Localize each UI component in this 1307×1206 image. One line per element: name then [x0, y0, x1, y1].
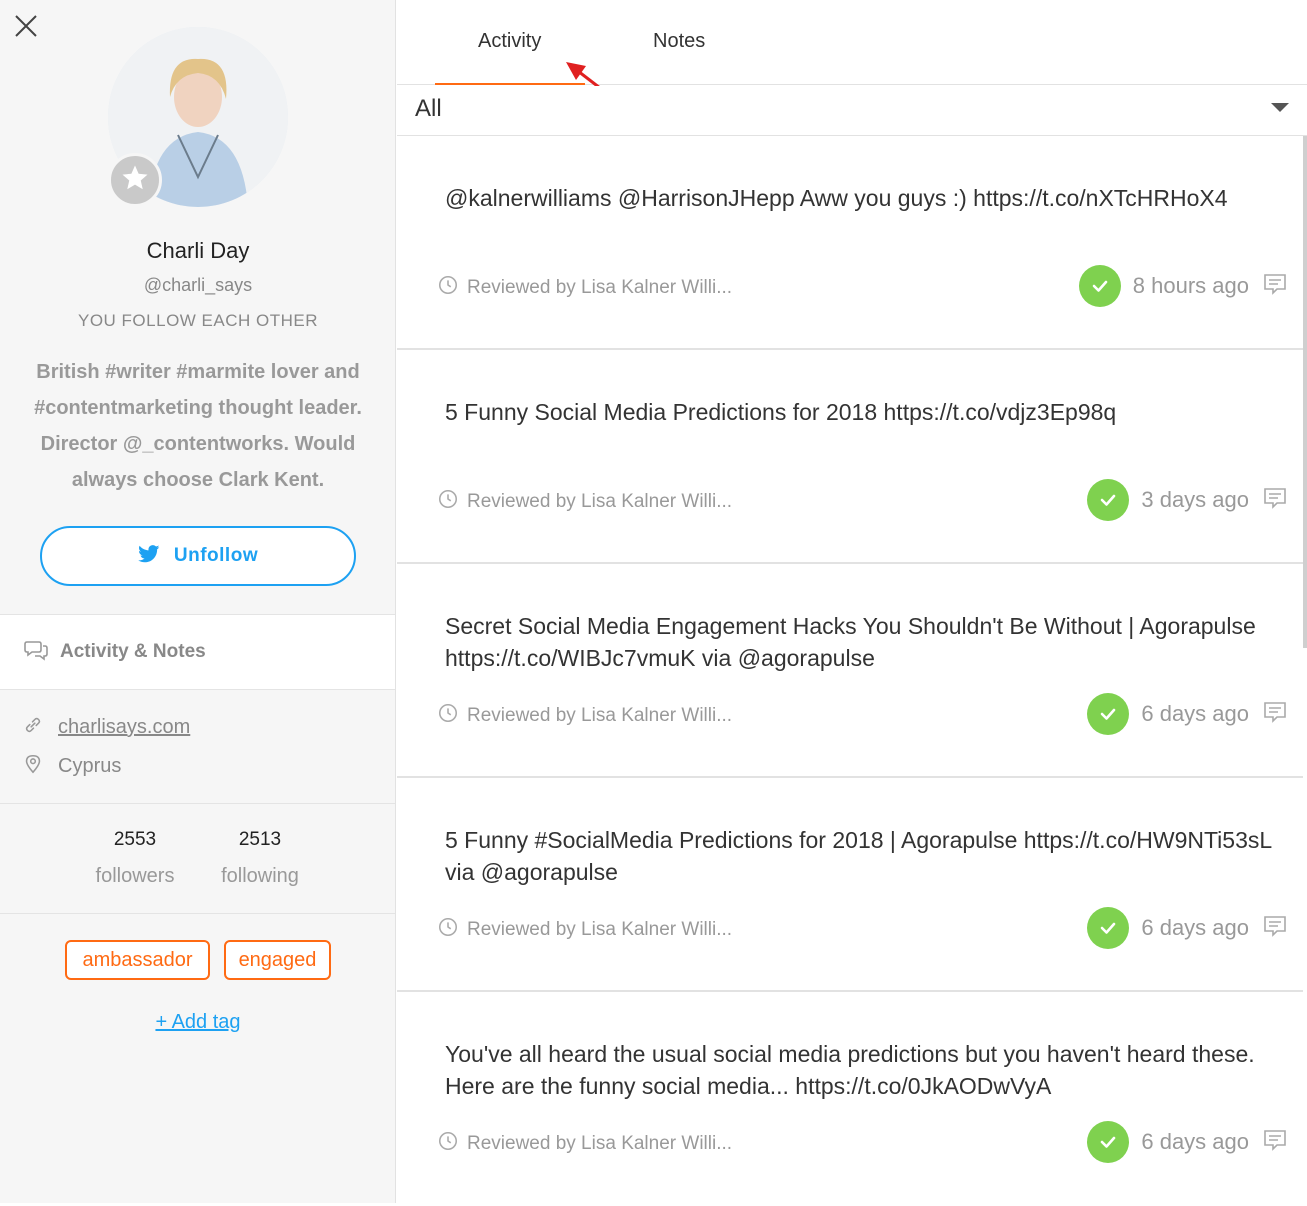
clock-icon	[437, 488, 459, 515]
note-icon[interactable]	[1263, 486, 1287, 515]
add-tag-link[interactable]: + Add tag	[0, 1011, 396, 1034]
followers-count: 2553	[113, 829, 157, 850]
activity-feed: @kalnerwilliams @HarrisonJHepp Aww you g…	[397, 136, 1307, 1206]
location-pin-icon	[22, 753, 44, 780]
unfollow-button[interactable]: Unfollow	[40, 526, 356, 586]
twitter-icon	[138, 544, 160, 568]
checkmark-icon[interactable]	[1087, 479, 1130, 521]
clock-icon	[437, 274, 459, 301]
following-stat[interactable]: 2513 following	[200, 829, 320, 888]
activity-text: Secret Social Media Engagement Hacks You…	[445, 613, 1256, 671]
tag-ambassador[interactable]: ambassador	[65, 940, 210, 980]
clock-icon	[437, 1130, 459, 1157]
clock-icon	[437, 916, 459, 943]
tab-activity[interactable]: Activity	[478, 30, 541, 53]
activity-card[interactable]: Secret Social Media Engagement Hacks You…	[397, 564, 1303, 778]
reviewed-by: Reviewed by Lisa Kalner Willi...	[437, 274, 732, 301]
location-row: Cyprus	[22, 753, 121, 780]
checkmark-icon[interactable]	[1078, 265, 1121, 307]
activity-card[interactable]: 5 Funny Social Media Predictions for 201…	[397, 350, 1303, 564]
checkmark-icon[interactable]	[1087, 1121, 1130, 1163]
note-icon[interactable]	[1263, 272, 1287, 301]
activity-notes-link[interactable]: Activity & Notes	[0, 615, 395, 689]
activity-meta: 6 days ago	[1087, 1121, 1287, 1163]
activity-text: @kalnerwilliams @HarrisonJHepp Aww you g…	[445, 185, 1228, 211]
activity-text: 5 Funny #SocialMedia Predictions for 201…	[445, 827, 1272, 885]
activity-text: 5 Funny Social Media Predictions for 201…	[445, 399, 1117, 425]
activity-meta: 6 days ago	[1087, 907, 1287, 949]
comments-icon	[24, 639, 48, 666]
chevron-down-icon	[1271, 103, 1289, 112]
activity-meta: 6 days ago	[1087, 693, 1287, 735]
activity-time: 8 hours ago	[1132, 273, 1249, 298]
reviewed-by-text: Reviewed by Lisa Kalner Willi...	[467, 276, 733, 298]
close-icon[interactable]	[12, 12, 40, 40]
activity-time: 6 days ago	[1141, 915, 1249, 940]
activity-time: 6 days ago	[1141, 701, 1249, 726]
activity-text: You've all heard the usual social media …	[445, 1041, 1255, 1099]
note-icon[interactable]	[1263, 914, 1287, 943]
reviewed-by: Reviewed by Lisa Kalner Willi...	[437, 916, 732, 943]
activity-meta: 3 days ago	[1087, 479, 1287, 521]
reviewed-by-text: Reviewed by Lisa Kalner Willi...	[467, 1132, 733, 1154]
clock-icon	[437, 702, 459, 729]
activity-filter-select[interactable]: All	[397, 86, 1307, 136]
activity-card[interactable]: You've all heard the usual social media …	[397, 992, 1303, 1206]
followers-stat[interactable]: 2553 followers	[75, 829, 195, 888]
star-icon	[120, 163, 150, 198]
profile-bio: British #writer #marmite lover and #cont…	[34, 361, 362, 491]
divider	[0, 913, 395, 914]
following-count: 2513	[238, 829, 282, 850]
activity-card[interactable]: 5 Funny #SocialMedia Predictions for 201…	[397, 778, 1303, 992]
reviewed-by-text: Reviewed by Lisa Kalner Willi...	[467, 490, 733, 512]
activity-card[interactable]: @kalnerwilliams @HarrisonJHepp Aww you g…	[397, 136, 1303, 350]
filter-value: All	[415, 95, 442, 122]
activity-meta: 8 hours ago	[1078, 265, 1287, 307]
following-label: following	[221, 865, 299, 887]
checkmark-icon[interactable]	[1087, 693, 1130, 735]
tab-bar: Activity Notes	[397, 0, 1307, 85]
reviewed-by-text: Reviewed by Lisa Kalner Willi...	[467, 704, 733, 726]
profile-panel: Charli Day @charli_says YOU FOLLOW EACH …	[0, 0, 396, 1203]
reviewed-by: Reviewed by Lisa Kalner Willi...	[437, 488, 732, 515]
reviewed-by: Reviewed by Lisa Kalner Willi...	[437, 702, 732, 729]
location-text: Cyprus	[58, 755, 122, 777]
activity-time: 6 days ago	[1141, 1129, 1249, 1154]
profile-name: Charli Day	[146, 238, 250, 263]
tag-engaged[interactable]: engaged	[224, 940, 331, 980]
divider	[0, 803, 395, 804]
link-icon	[22, 714, 44, 741]
unfollow-label: Unfollow	[173, 545, 259, 566]
followers-label: followers	[95, 865, 175, 887]
note-icon[interactable]	[1263, 700, 1287, 729]
tab-notes[interactable]: Notes	[653, 30, 705, 53]
reviewed-by: Reviewed by Lisa Kalner Willi...	[437, 1130, 732, 1157]
website-row: charlisays.com	[22, 714, 190, 741]
avatar-container	[108, 27, 288, 207]
website-link[interactable]: charlisays.com	[58, 716, 190, 739]
favorite-badge[interactable]	[108, 153, 162, 207]
feed-scrollbar[interactable]	[1303, 136, 1307, 648]
reviewed-by-text: Reviewed by Lisa Kalner Willi...	[467, 918, 733, 940]
checkmark-icon[interactable]	[1087, 907, 1130, 949]
divider	[0, 689, 395, 690]
follow-status: YOU FOLLOW EACH OTHER	[77, 311, 319, 330]
note-icon[interactable]	[1263, 1128, 1287, 1157]
activity-time: 3 days ago	[1141, 487, 1249, 512]
profile-handle: @charli_says	[143, 275, 253, 295]
activity-notes-label: Activity & Notes	[60, 641, 206, 662]
